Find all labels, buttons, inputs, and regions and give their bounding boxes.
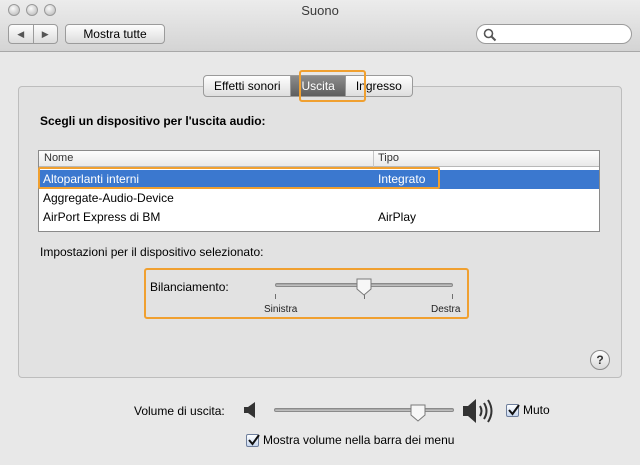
search-icon [483, 28, 497, 42]
table-row[interactable]: AirPort Express di BM AirPlay [39, 208, 599, 227]
checkmark-icon [508, 404, 520, 416]
help-button[interactable]: ? [590, 350, 610, 370]
balance-label: Bilanciamento: [150, 280, 229, 294]
show-in-menubar-checkbox[interactable] [246, 434, 260, 447]
window-title: Suono [301, 3, 339, 18]
device-table[interactable]: Nome Tipo Altoparlanti interni Integrato… [38, 150, 600, 232]
highlight-box-selected-row [38, 167, 440, 189]
mute-checkbox[interactable] [506, 404, 520, 417]
balance-right-label: Destra [431, 304, 461, 315]
table-header: Nome Tipo [39, 151, 599, 167]
show-in-menubar-label[interactable]: Mostra volume nella barra dei menu [263, 433, 454, 447]
window-toolbar: Suono ◀ ▶ Mostra tutte [0, 0, 640, 52]
speaker-high-icon [463, 399, 493, 423]
column-header-type[interactable]: Tipo [378, 152, 399, 164]
back-arrow-icon: ◀ [17, 28, 25, 39]
column-header-name[interactable]: Nome [44, 152, 73, 164]
tab-panel [18, 86, 622, 378]
column-divider [373, 151, 374, 167]
volume-label: Volume di uscita: [134, 404, 225, 418]
navigation-buttons: ◀ ▶ [8, 24, 58, 44]
device-name: AirPort Express di BM [43, 210, 161, 224]
table-row[interactable]: Aggregate-Audio-Device [39, 189, 599, 208]
output-heading: Scegli un dispositivo per l'uscita audio… [40, 114, 266, 128]
checkmark-icon [248, 434, 260, 446]
device-type: AirPlay [378, 210, 417, 224]
mute-label[interactable]: Muto [523, 403, 550, 417]
speaker-low-icon [244, 402, 255, 418]
balance-slider-thumb[interactable] [356, 278, 372, 296]
volume-slider-thumb[interactable] [410, 404, 426, 422]
device-settings-label: Impostazioni per il dispositivo selezion… [40, 245, 264, 259]
balance-tick [452, 294, 453, 299]
balance-tick [275, 294, 276, 299]
show-all-button[interactable]: Mostra tutte [65, 24, 165, 44]
volume-slider-track[interactable] [274, 408, 454, 412]
highlight-box-tab [299, 70, 366, 102]
search-field[interactable] [476, 24, 632, 44]
back-button[interactable]: ◀ [9, 25, 33, 43]
forward-arrow-icon: ▶ [41, 28, 49, 39]
device-name: Aggregate-Audio-Device [43, 191, 174, 205]
tab-effetti-sonori[interactable]: Effetti sonori [203, 75, 292, 97]
balance-left-label: Sinistra [264, 304, 298, 315]
forward-button[interactable]: ▶ [32, 25, 58, 43]
